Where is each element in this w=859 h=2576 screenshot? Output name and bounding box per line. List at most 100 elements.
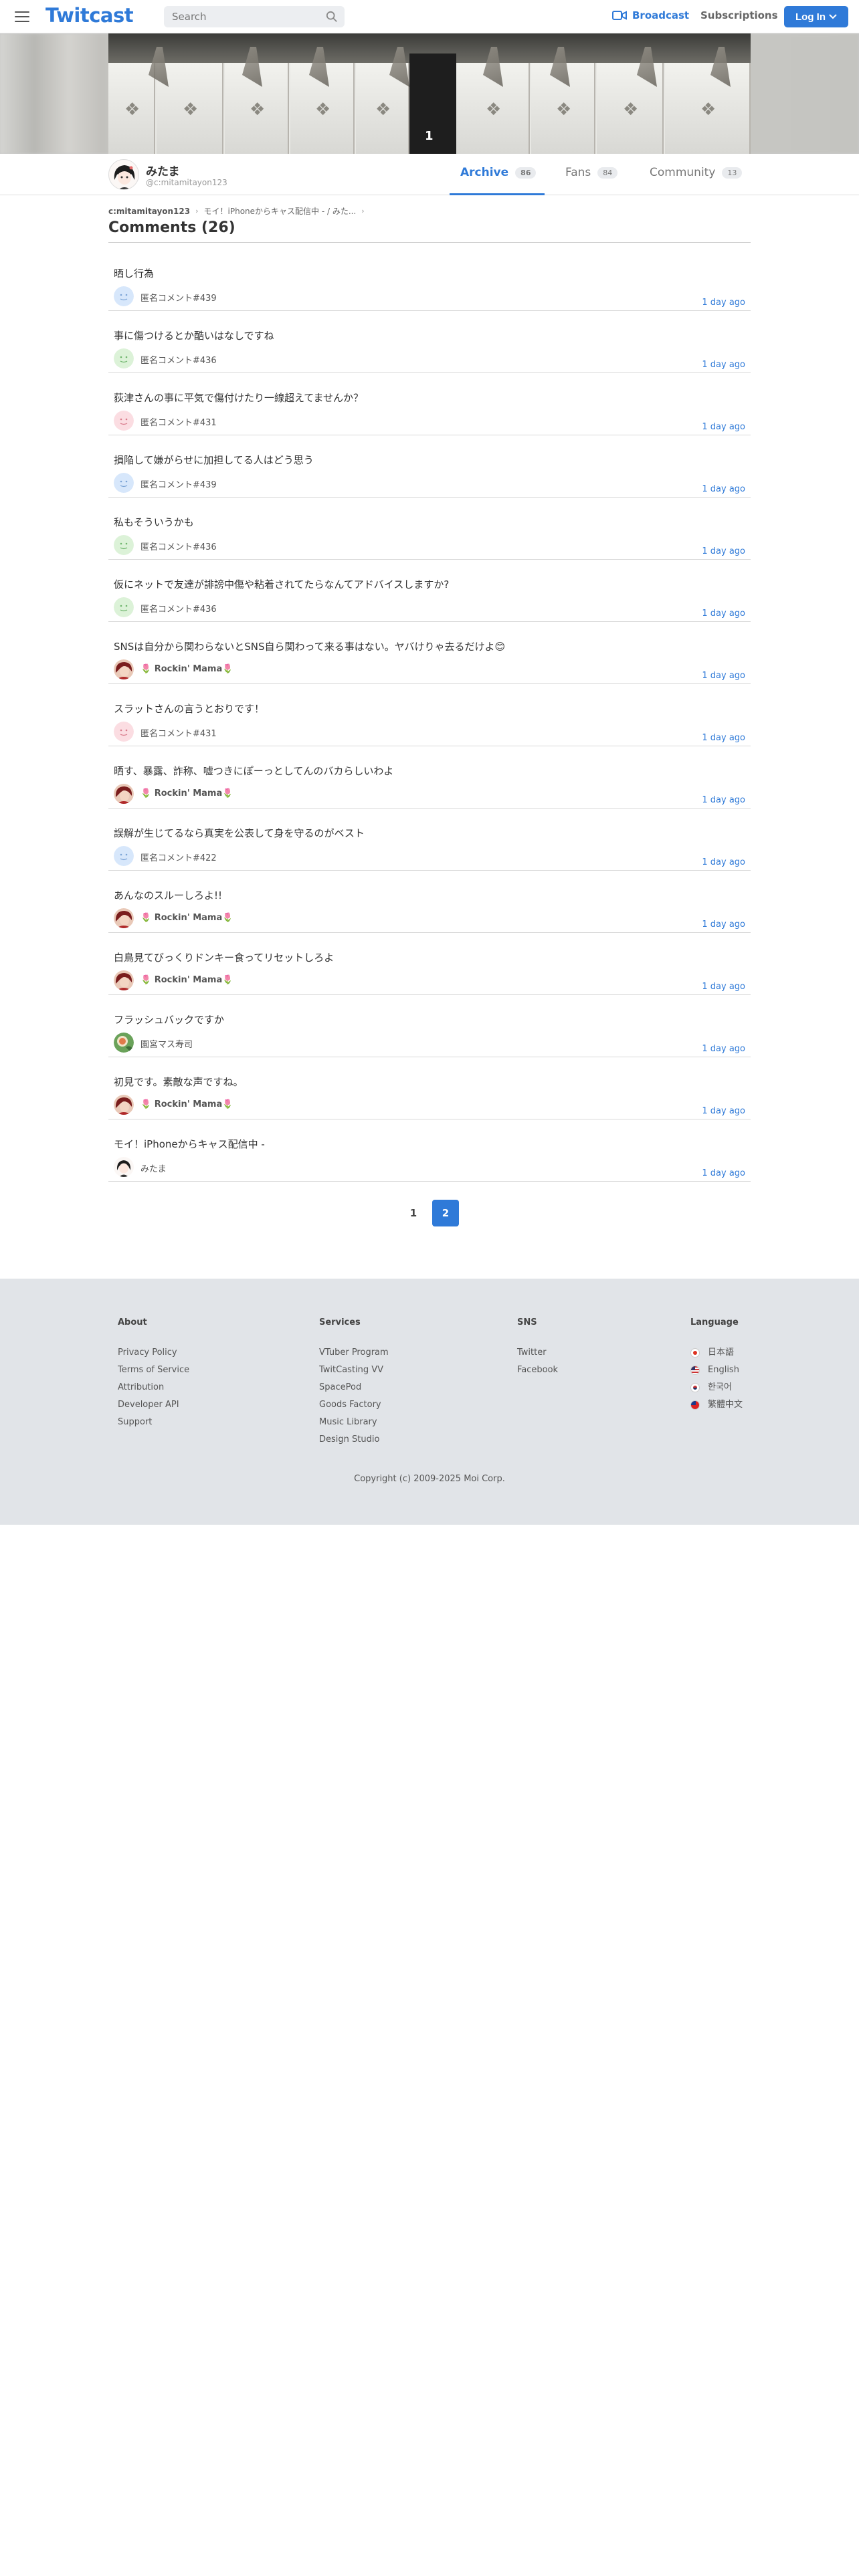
cover-crest-mark: ❖ [486, 100, 502, 120]
cover-overlay-number: 1 [425, 129, 434, 143]
footer-link-vtuber[interactable]: VTuber Program [319, 1344, 389, 1362]
language-english[interactable]: English [690, 1362, 743, 1379]
tab-archive-count: 86 [515, 167, 537, 179]
commenter-name[interactable]: 匿名コメント#439 [140, 291, 217, 304]
cover-crest-mark: ❖ [623, 100, 639, 120]
footer-link-twitcasting-vv[interactable]: TwitCasting VV [319, 1362, 389, 1379]
commenter-name[interactable]: 🌷 Rockin' Mama🌷 [140, 788, 233, 798]
commenter-avatar[interactable] [114, 784, 134, 804]
commenter-name[interactable]: 園宮マス寿司 [140, 1037, 193, 1050]
commenter-name[interactable]: 🌷 Rockin' Mama🌷 [140, 975, 233, 985]
tab-community[interactable]: Community 13 [650, 166, 743, 179]
search-input[interactable] [164, 11, 318, 23]
footer-link-design-studio[interactable]: Design Studio [319, 1431, 389, 1448]
comment-timestamp[interactable]: 1 day ago [702, 857, 745, 867]
tab-community-label: Community [650, 166, 716, 179]
commenter-name[interactable]: 匿名コメント#431 [140, 726, 217, 739]
video-camera-icon [612, 11, 627, 20]
hamburger-menu-icon[interactable] [13, 9, 31, 24]
commenter-name[interactable]: 匿名コメント#436 [140, 540, 217, 552]
comment-timestamp[interactable]: 1 day ago [702, 671, 745, 681]
commenter-avatar[interactable] [114, 411, 134, 431]
commenter-avatar[interactable] [114, 348, 134, 368]
commenter-name[interactable]: 匿名コメント#436 [140, 602, 217, 615]
user-handle: @c:mitamitayon123 [146, 178, 227, 187]
commenter-avatar[interactable] [114, 535, 134, 555]
comment-timestamp[interactable]: 1 day ago [702, 1044, 745, 1054]
footer-link-terms[interactable]: Terms of Service [118, 1362, 189, 1379]
comment-item: 誤解が生じてるなら真実を公表して身を守るのがベスト 匿名コメント#422 1 day… [108, 809, 751, 871]
cover-cloth-panel: ❖ [108, 63, 155, 154]
broadcast-link[interactable]: Broadcast [612, 9, 689, 21]
commenter-name[interactable]: 匿名コメント#439 [140, 477, 217, 490]
commenter-avatar[interactable] [114, 846, 134, 866]
comment-item: あんなのスルーしろよ!! 🌷 Rockin' Mama🌷 1 day ago [108, 871, 751, 933]
commenter-name[interactable]: 匿名コメント#422 [140, 851, 217, 863]
commenter-avatar[interactable] [114, 1095, 134, 1115]
cover-crest-mark: ❖ [556, 100, 572, 120]
commenter-avatar[interactable] [114, 473, 134, 493]
commenter-name[interactable]: 匿名コメント#431 [140, 415, 217, 428]
language-traditional-chinese[interactable]: 繁體中文 [690, 1396, 743, 1414]
commenter-name[interactable]: 🌷 Rockin' Mama🌷 [140, 913, 233, 923]
footer-link-facebook[interactable]: Facebook [517, 1362, 558, 1379]
comment-item: 事に傷つけるとか酷いはなしですね 匿名コメント#436 1 day ago [108, 311, 751, 373]
comment-item: 仮にネットで友達が誹謗中傷や粘着されてたらなんてアドバイスしますか? 匿名コメント… [108, 560, 751, 622]
comment-timestamp[interactable]: 1 day ago [702, 920, 745, 930]
comment-text: 私もそういうかも [114, 516, 194, 528]
comment-timestamp[interactable]: 1 day ago [702, 484, 745, 494]
tab-archive[interactable]: Archive 86 [460, 166, 537, 179]
pagination-page-1[interactable]: 1 [400, 1200, 427, 1226]
us-flag-icon [690, 1366, 700, 1375]
comment-item: 損陥して嫌がらせに加担してる人はどう思う 匿名コメント#439 1 day ago [108, 435, 751, 498]
commenter-name[interactable]: 🌷 Rockin' Mama🌷 [140, 1099, 233, 1109]
search-icon[interactable] [326, 11, 338, 23]
comment-item: SNSは自分から関わらないとSNS自ら関わって来る事はない。ヤバけりゃ去るだけよ… [108, 622, 751, 684]
tab-fans[interactable]: Fans 84 [565, 166, 618, 179]
commenter-name[interactable]: 匿名コメント#436 [140, 353, 217, 366]
footer-services: Services VTuber Program TwitCasting VV S… [319, 1317, 389, 1448]
pagination-page-2[interactable]: 2 [432, 1200, 459, 1226]
search-box[interactable] [164, 6, 345, 27]
footer-link-goods-factory[interactable]: Goods Factory [319, 1396, 389, 1414]
commenter-avatar[interactable] [114, 1157, 134, 1177]
comment-timestamp[interactable]: 1 day ago [702, 422, 745, 432]
login-button[interactable]: Log In [784, 6, 848, 27]
twitcast-logo[interactable]: Twitcast [45, 4, 134, 27]
comment-timestamp[interactable]: 1 day ago [702, 982, 745, 992]
language-korean[interactable]: 한국어 [690, 1379, 743, 1396]
commenter-avatar[interactable] [114, 970, 134, 990]
commenter-avatar[interactable] [114, 908, 134, 928]
commenter-name[interactable]: みたま [140, 1162, 167, 1174]
footer-services-title: Services [319, 1317, 361, 1327]
commenter-avatar[interactable] [114, 597, 134, 617]
user-name[interactable]: みたま [146, 162, 180, 179]
comment-timestamp[interactable]: 1 day ago [702, 1106, 745, 1116]
footer-sns: SNS Twitter Facebook [517, 1317, 558, 1379]
footer-link-privacy[interactable]: Privacy Policy [118, 1344, 189, 1362]
breadcrumb-live-link[interactable]: モイ！iPhoneからキャス配信中 - / みた... [204, 205, 357, 217]
comment-timestamp[interactable]: 1 day ago [702, 733, 745, 743]
comment-timestamp[interactable]: 1 day ago [702, 298, 745, 308]
footer-link-support[interactable]: Support [118, 1414, 189, 1431]
subscriptions-link[interactable]: Subscriptions [700, 9, 778, 21]
footer-link-developer-api[interactable]: Developer API [118, 1396, 189, 1414]
commenter-avatar[interactable] [114, 286, 134, 306]
comment-timestamp[interactable]: 1 day ago [702, 609, 745, 619]
footer-link-twitter[interactable]: Twitter [517, 1344, 558, 1362]
footer-link-attribution[interactable]: Attribution [118, 1379, 189, 1396]
comment-timestamp[interactable]: 1 day ago [702, 546, 745, 556]
breadcrumb-user-link[interactable]: c:mitamitayon123 [108, 207, 190, 216]
commenter-avatar[interactable] [114, 659, 134, 679]
footer-link-music-library[interactable]: Music Library [319, 1414, 389, 1431]
comment-timestamp[interactable]: 1 day ago [702, 360, 745, 370]
comment-timestamp[interactable]: 1 day ago [702, 1168, 745, 1178]
commenter-name[interactable]: 🌷 Rockin' Mama🌷 [140, 664, 233, 674]
commenter-avatar[interactable] [114, 1033, 134, 1053]
language-japanese[interactable]: 日本語 [690, 1344, 743, 1362]
footer-link-spacepod[interactable]: SpacePod [319, 1379, 389, 1396]
commenter-avatar[interactable] [114, 722, 134, 742]
user-avatar[interactable] [108, 159, 139, 190]
comment-timestamp[interactable]: 1 day ago [702, 795, 745, 805]
top-header: Twitcast Broadcast Subscriptions Log In [0, 0, 859, 33]
